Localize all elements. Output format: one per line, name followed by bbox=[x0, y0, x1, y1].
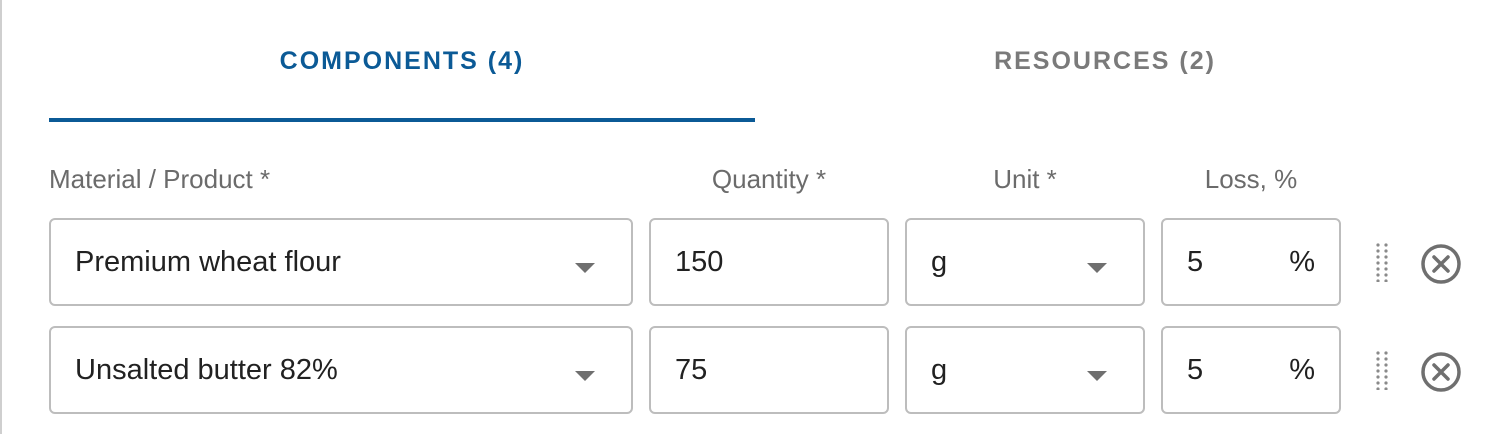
column-header-material: Material / Product * bbox=[49, 164, 271, 194]
chevron-down-icon bbox=[575, 263, 595, 273]
loss-input[interactable]: 5 % bbox=[1161, 218, 1341, 306]
percent-suffix: % bbox=[1289, 245, 1315, 278]
chevron-down-icon bbox=[1087, 371, 1107, 381]
close-circle-icon[interactable] bbox=[1419, 350, 1463, 394]
material-select-value: Premium wheat flour bbox=[75, 245, 341, 278]
tab-bar: COMPONENTS (4) RESOURCES (2) bbox=[49, 0, 1455, 124]
quantity-input[interactable]: 150 bbox=[649, 218, 889, 306]
material-select[interactable]: Unsalted butter 82% bbox=[49, 326, 633, 414]
unit-select-value: g bbox=[931, 353, 948, 386]
active-tab-indicator bbox=[49, 118, 755, 122]
loss-input[interactable]: 5 % bbox=[1161, 326, 1341, 414]
unit-select-value: g bbox=[931, 245, 948, 278]
quantity-input-value: 75 bbox=[675, 353, 708, 386]
tab-resources[interactable]: RESOURCES (2) bbox=[755, 0, 1455, 122]
tab-components[interactable]: COMPONENTS (4) bbox=[49, 0, 755, 122]
quantity-input[interactable]: 75 bbox=[649, 326, 889, 414]
unit-select[interactable]: g bbox=[905, 218, 1145, 306]
loss-input-value: 5 bbox=[1187, 245, 1204, 278]
quantity-input-value: 150 bbox=[675, 245, 724, 278]
close-circle-icon[interactable] bbox=[1419, 242, 1463, 286]
column-header-loss: Loss, % bbox=[1204, 164, 1298, 194]
loss-input-value: 5 bbox=[1187, 353, 1204, 386]
component-row: Unsalted butter 82% 75 g 5 % bbox=[0, 326, 1508, 418]
unit-select[interactable]: g bbox=[905, 326, 1145, 414]
material-select-value: Unsalted butter 82% bbox=[75, 353, 338, 386]
column-header-unit: Unit * bbox=[993, 164, 1057, 194]
material-select[interactable]: Premium wheat flour bbox=[49, 218, 633, 306]
drag-handle-icon[interactable] bbox=[1374, 242, 1390, 282]
chevron-down-icon bbox=[1087, 263, 1107, 273]
drag-handle-icon[interactable] bbox=[1374, 350, 1390, 390]
component-row: Premium wheat flour 150 g 5 % bbox=[0, 218, 1508, 310]
chevron-down-icon bbox=[575, 371, 595, 381]
column-header-quantity: Quantity * bbox=[711, 164, 827, 194]
percent-suffix: % bbox=[1289, 353, 1315, 386]
